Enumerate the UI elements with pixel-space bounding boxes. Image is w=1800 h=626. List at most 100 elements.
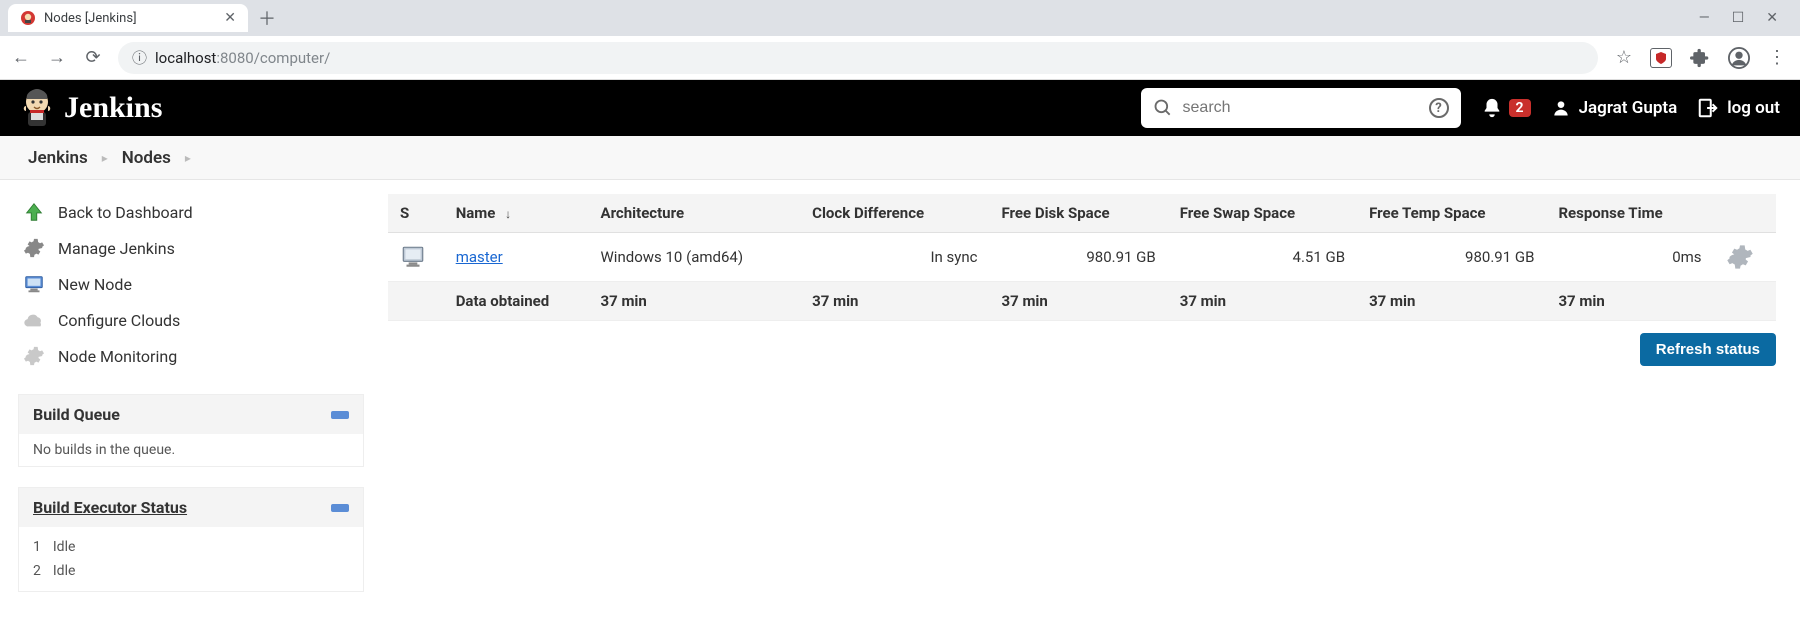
node-temp-cell: 980.91 GB: [1357, 233, 1546, 282]
tab-close-icon[interactable]: ✕: [224, 10, 236, 26]
notif-count-badge: 2: [1509, 99, 1531, 117]
build-executor-panel: Build Executor Status 1 Idle 2 Idle: [18, 487, 364, 592]
table-summary-row: Data obtained 37 min 37 min 37 min 37 mi…: [388, 282, 1776, 321]
col-disk[interactable]: Free Disk Space: [990, 194, 1168, 233]
browser-chrome: Nodes [Jenkins] ✕ ＋ — ☐ ✕ ← → ⟳ ⓘ localh…: [0, 0, 1800, 80]
configure-node-cell: [1714, 233, 1776, 282]
jenkins-header: Jenkins ? 2 Jagrat Gupta log out: [0, 80, 1800, 136]
sidebar-item-new-node[interactable]: New Node: [18, 266, 364, 302]
notifications[interactable]: 2: [1481, 97, 1531, 119]
crumb-nodes[interactable]: Nodes: [122, 148, 171, 168]
window-minimize-icon[interactable]: —: [1699, 10, 1710, 26]
build-queue-body: No builds in the queue.: [19, 434, 363, 466]
jenkins-logo[interactable]: Jenkins: [20, 88, 162, 128]
sidebar-item-back-to-dashboard[interactable]: Back to Dashboard: [18, 194, 364, 230]
build-queue-empty: No builds in the queue.: [33, 442, 175, 458]
nodes-table: S Name ↓ Architecture Clock Difference F…: [388, 194, 1776, 321]
bookmark-star-icon[interactable]: ☆: [1616, 47, 1632, 68]
gear-light-icon: [22, 344, 46, 368]
profile-avatar-icon[interactable]: [1728, 47, 1750, 69]
new-tab-button[interactable]: ＋: [258, 5, 276, 31]
url-input[interactable]: ⓘ localhost:8080/computer/: [118, 42, 1598, 74]
table-header-row: S Name ↓ Architecture Clock Difference F…: [388, 194, 1776, 233]
user-name: Jagrat Gupta: [1579, 98, 1678, 118]
summary-disk: 37 min: [990, 282, 1168, 321]
nav-back-icon[interactable]: ←: [10, 47, 32, 68]
brand-text: Jenkins: [64, 91, 162, 125]
executor-number: 1: [33, 539, 41, 555]
build-queue-title: Build Queue: [33, 405, 120, 424]
bell-icon: [1481, 97, 1503, 119]
summary-clock: 37 min: [800, 282, 989, 321]
node-swap-cell: 4.51 GB: [1168, 233, 1357, 282]
sidebar-item-label: New Node: [58, 275, 132, 294]
chevron-right-icon: ▸: [102, 151, 108, 165]
configure-node-button[interactable]: [1726, 243, 1764, 271]
sidebar-item-configure-clouds[interactable]: Configure Clouds: [18, 302, 364, 338]
table-row: master Windows 10 (amd64) In sync 980.91…: [388, 233, 1776, 282]
url-text: localhost:8080/computer/: [155, 49, 330, 67]
search-icon: [1153, 98, 1173, 118]
address-bar: ← → ⟳ ⓘ localhost:8080/computer/ ☆ ⋮: [0, 36, 1800, 80]
url-port: :8080: [216, 49, 253, 67]
refresh-status-button[interactable]: Refresh status: [1640, 333, 1776, 366]
extensions-icon[interactable]: [1690, 48, 1710, 68]
col-swap[interactable]: Free Swap Space: [1168, 194, 1357, 233]
status-icon-cell: [388, 233, 444, 282]
summary-resp: 37 min: [1546, 282, 1713, 321]
sidebar-item-manage-jenkins[interactable]: Manage Jenkins: [18, 230, 364, 266]
jenkins-mascot-icon: [20, 88, 54, 128]
col-arch[interactable]: Architecture: [589, 194, 801, 233]
nav-reload-icon[interactable]: ⟳: [82, 47, 104, 68]
search-box[interactable]: ?: [1141, 88, 1461, 128]
executor-status: Idle: [53, 563, 76, 579]
node-arch-cell: Windows 10 (amd64): [589, 233, 801, 282]
node-name-cell: master: [444, 233, 589, 282]
nav-forward-icon[interactable]: →: [46, 47, 68, 68]
logout-link[interactable]: log out: [1697, 97, 1780, 119]
cloud-icon: [22, 308, 46, 332]
refresh-wrap: Refresh status: [388, 333, 1776, 366]
node-link[interactable]: master: [456, 248, 503, 266]
build-executor-title[interactable]: Build Executor Status: [33, 498, 187, 517]
col-name[interactable]: Name ↓: [444, 194, 589, 233]
executor-status: Idle: [53, 539, 76, 555]
crumb-jenkins[interactable]: Jenkins: [28, 148, 88, 168]
col-config: [1714, 194, 1776, 233]
window-close-icon[interactable]: ✕: [1766, 10, 1778, 26]
breadcrumb: Jenkins ▸ Nodes ▸: [0, 136, 1800, 180]
side-panel: Back to Dashboard Manage Jenkins New Nod…: [0, 180, 380, 592]
sidebar-item-label: Manage Jenkins: [58, 239, 175, 258]
logout-label: log out: [1727, 98, 1780, 118]
executor-row: 2 Idle: [33, 559, 349, 583]
build-executor-header: Build Executor Status: [19, 488, 363, 527]
user-icon: [1551, 98, 1571, 118]
sidebar-item-node-monitoring[interactable]: Node Monitoring: [18, 338, 364, 374]
gear-icon: [22, 236, 46, 260]
sidebar-item-label: Back to Dashboard: [58, 203, 193, 222]
build-queue-header: Build Queue: [19, 395, 363, 434]
col-clock[interactable]: Clock Difference: [800, 194, 989, 233]
col-temp[interactable]: Free Temp Space: [1357, 194, 1546, 233]
node-disk-cell: 980.91 GB: [990, 233, 1168, 282]
browser-tab[interactable]: Nodes [Jenkins] ✕: [8, 4, 248, 32]
site-info-icon[interactable]: ⓘ: [132, 47, 147, 68]
logout-icon: [1697, 97, 1719, 119]
summary-arch: 37 min: [589, 282, 801, 321]
sort-down-icon: ↓: [505, 207, 511, 221]
jenkins-favicon-icon: [20, 10, 36, 26]
node-resp-cell: 0ms: [1546, 233, 1713, 282]
col-resp[interactable]: Response Time: [1546, 194, 1713, 233]
url-host: localhost: [155, 49, 216, 67]
mcafee-icon[interactable]: [1650, 48, 1672, 68]
tab-bar: Nodes [Jenkins] ✕ ＋ — ☐ ✕: [0, 0, 1800, 36]
search-help-icon[interactable]: ?: [1429, 98, 1449, 118]
search-input[interactable]: [1183, 99, 1419, 117]
kebab-menu-icon[interactable]: ⋮: [1768, 47, 1786, 68]
collapse-icon[interactable]: [331, 504, 349, 512]
computer-icon: [22, 272, 46, 296]
window-maximize-icon[interactable]: ☐: [1732, 10, 1745, 26]
user-menu[interactable]: Jagrat Gupta: [1551, 98, 1678, 118]
collapse-icon[interactable]: [331, 411, 349, 419]
col-status[interactable]: S: [388, 194, 444, 233]
